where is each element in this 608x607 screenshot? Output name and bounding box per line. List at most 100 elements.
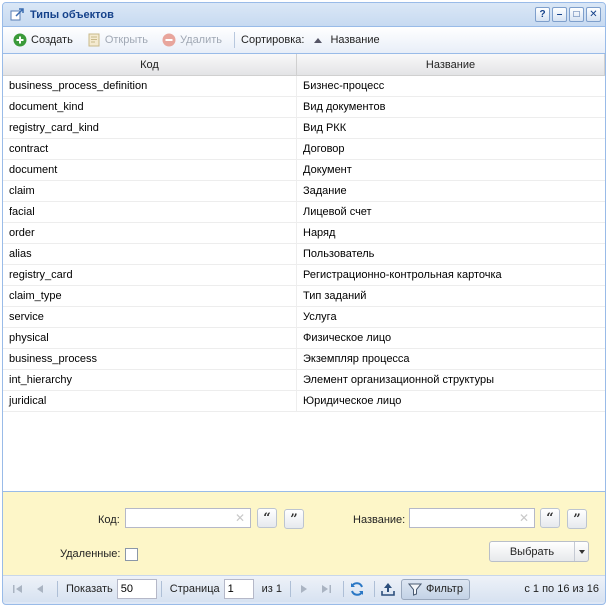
cell-name: Вид документов xyxy=(303,101,386,113)
cell-code: physical xyxy=(3,328,297,348)
select-dropdown-arrow[interactable] xyxy=(574,542,588,561)
cell-name: Вид РКК xyxy=(303,122,347,134)
page-size-label: Показать xyxy=(66,583,113,595)
code-quote-open-button[interactable]: “ xyxy=(257,508,277,528)
cell-code: business_process xyxy=(3,349,297,369)
cell-code: business_process_definition xyxy=(3,76,297,96)
table-row[interactable]: claim Задание xyxy=(3,181,605,202)
cell-code: service xyxy=(3,307,297,327)
page-size-input[interactable]: 50 xyxy=(116,579,157,599)
pager-separator xyxy=(290,581,291,597)
export-button[interactable] xyxy=(379,580,397,598)
cell-name: Юридическое лицо xyxy=(303,395,402,407)
object-types-window: Типы объектов ? – □ ✕ Создать Открыть Уд… xyxy=(2,2,606,605)
window-icon xyxy=(9,7,25,23)
cell-code: facial xyxy=(3,202,297,222)
minus-circle-icon xyxy=(162,33,176,47)
table-row[interactable]: registry_card Регистрационно-контрольная … xyxy=(3,265,605,286)
toolbar-separator xyxy=(234,32,236,48)
help-tool-button[interactable]: ? xyxy=(535,7,550,22)
table-row[interactable]: document Документ xyxy=(3,160,605,181)
cell-code: claim xyxy=(3,181,297,201)
column-header-name[interactable]: Название xyxy=(297,54,605,75)
prev-page-button[interactable] xyxy=(31,580,49,598)
table-row[interactable]: juridical Юридическое лицо xyxy=(3,391,605,412)
grid-body: business_process_definition Бизнес-процес… xyxy=(3,76,605,412)
cell-name: Элемент организационной структуры xyxy=(303,374,494,386)
cell-name: Регистрационно-контрольная карточка xyxy=(303,269,502,281)
code-filter-input[interactable]: ✕ xyxy=(125,508,251,528)
code-quote-close-button[interactable]: ” xyxy=(284,509,304,529)
cell-name: Бизнес-процесс xyxy=(303,80,385,92)
code-filter-label: Код: xyxy=(98,514,120,526)
next-page-button[interactable] xyxy=(295,580,313,598)
chevron-down-icon xyxy=(578,549,585,554)
column-header-code[interactable]: Код xyxy=(3,54,297,75)
first-page-icon xyxy=(13,585,22,593)
table-row[interactable]: physical Физическое лицо xyxy=(3,328,605,349)
minimize-tool-button[interactable]: – xyxy=(552,7,567,22)
sort-label: Сортировка: xyxy=(241,34,305,46)
name-quote-open-button[interactable]: “ xyxy=(540,508,560,528)
table-row[interactable]: business_process Экземпляр процесса xyxy=(3,349,605,370)
maximize-tool-button[interactable]: □ xyxy=(569,7,584,22)
name-filter-input[interactable]: ✕ xyxy=(409,508,535,528)
table-row[interactable]: alias Пользователь xyxy=(3,244,605,265)
open-button-label: Открыть xyxy=(104,34,149,46)
select-button[interactable]: Выбрать xyxy=(489,541,589,562)
grid-header: Код Название xyxy=(3,54,605,76)
table-row[interactable]: facial Лицевой счет xyxy=(3,202,605,223)
cell-name: Физическое лицо xyxy=(303,332,392,344)
cell-name: Услуга xyxy=(303,311,337,323)
next-page-icon xyxy=(301,585,307,593)
last-page-icon xyxy=(322,585,331,593)
cell-code: claim_type xyxy=(3,286,297,306)
window-titlebar[interactable]: Типы объектов ? – □ ✕ xyxy=(3,3,605,27)
cell-name: Пользователь xyxy=(303,248,375,260)
deleted-label: Удаленные: xyxy=(60,548,121,560)
sort-field-button[interactable]: Название xyxy=(314,34,380,46)
table-row[interactable]: registry_card_kind Вид РКК xyxy=(3,118,605,139)
table-row[interactable]: service Услуга xyxy=(3,307,605,328)
deleted-checkbox[interactable] xyxy=(125,548,138,561)
cell-name: Наряд xyxy=(303,227,336,239)
table-row[interactable]: order Наряд xyxy=(3,223,605,244)
table-row[interactable]: document_kind Вид документов xyxy=(3,97,605,118)
table-row[interactable]: contract Договор xyxy=(3,139,605,160)
prev-page-icon xyxy=(37,585,43,593)
cell-code: document xyxy=(3,160,297,180)
page-number-input[interactable]: 1 xyxy=(223,579,254,599)
cell-code: alias xyxy=(3,244,297,264)
create-button[interactable]: Создать xyxy=(9,29,77,51)
filter-toggle-button[interactable]: Фильтр xyxy=(401,578,470,600)
table-row[interactable]: claim_type Тип заданий xyxy=(3,286,605,307)
open-button[interactable]: Открыть xyxy=(83,29,152,51)
refresh-icon xyxy=(351,582,363,596)
cell-code: document_kind xyxy=(3,97,297,117)
cell-code: registry_card_kind xyxy=(3,118,297,138)
main-toolbar: Создать Открыть Удалить Сортировка: Назв… xyxy=(3,27,605,54)
document-open-icon xyxy=(87,33,101,47)
select-button-label: Выбрать xyxy=(509,545,555,558)
delete-button[interactable]: Удалить xyxy=(158,29,226,51)
table-row[interactable]: int_hierarchy Элемент организационной стр… xyxy=(3,370,605,391)
close-tool-button[interactable]: ✕ xyxy=(586,7,601,22)
refresh-button[interactable] xyxy=(348,580,366,598)
cell-code: juridical xyxy=(3,391,297,411)
table-row[interactable]: business_process_definition Бизнес-процес… xyxy=(3,76,605,97)
cell-code: int_hierarchy xyxy=(3,370,297,390)
name-quote-close-button[interactable]: ” xyxy=(567,509,587,529)
window-title: Типы объектов xyxy=(30,8,114,21)
first-page-button[interactable] xyxy=(9,580,27,598)
object-types-grid: Код Название business_process_definition… xyxy=(3,54,605,492)
page-label: Страница xyxy=(169,583,220,595)
filter-panel: Код: ✕ “ ” Название: ✕ “ ” Удаленные: Вы… xyxy=(3,492,605,576)
cell-name: Задание xyxy=(303,185,347,197)
funnel-icon xyxy=(408,583,422,596)
cell-code: registry_card xyxy=(3,265,297,285)
clear-icon[interactable]: ✕ xyxy=(519,511,529,525)
last-page-button[interactable] xyxy=(317,580,335,598)
cell-name: Лицевой счет xyxy=(303,206,372,218)
cell-name: Договор xyxy=(303,143,345,155)
clear-icon[interactable]: ✕ xyxy=(235,511,245,525)
